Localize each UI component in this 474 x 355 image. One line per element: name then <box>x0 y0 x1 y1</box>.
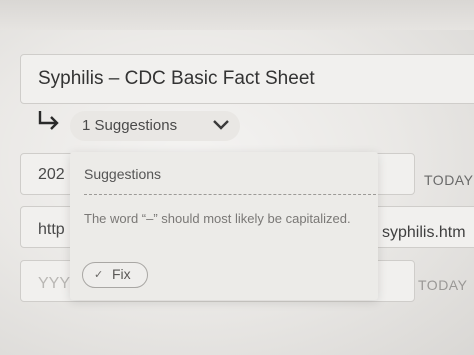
access-date-placeholder: YYY <box>38 275 71 292</box>
popover-title: Suggestions <box>84 166 162 182</box>
check-icon: ✓ <box>94 269 104 281</box>
return-arrow-icon <box>38 111 59 130</box>
url-field-tail: syphilis.htm <box>382 224 466 241</box>
date-field-value: 202 <box>38 166 65 183</box>
suggestions-count: 1 Suggestions <box>82 117 178 134</box>
suggestion-message: The word “–” should most likely be capit… <box>84 211 351 226</box>
today-button[interactable]: TODAY <box>418 277 467 293</box>
popover-divider <box>84 194 376 195</box>
document-title: Syphilis – CDC Basic Fact Sheet <box>38 68 315 89</box>
fix-button-label: Fix <box>112 266 131 282</box>
top-bar <box>0 0 474 30</box>
today-button[interactable]: TODAY <box>424 172 473 188</box>
chevron-down-icon[interactable] <box>212 118 230 132</box>
url-field-value: http <box>38 221 65 238</box>
